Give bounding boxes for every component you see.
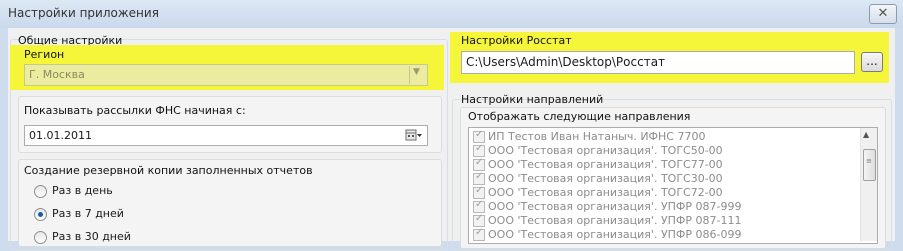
checkbox-checked-icon: ✓: [473, 143, 485, 157]
fns-label: Показывать рассылки ФНС начиная с:: [24, 104, 246, 117]
direction-label: ООО 'Тестовая организация'. УПФР 087-111: [488, 214, 742, 227]
dialog-client: Общие настройки Регион Г. Москва ▼ Показ…: [8, 28, 895, 251]
backup-option-label: Раз в 30 дней: [52, 230, 131, 243]
scroll-up-icon[interactable]: ▲: [863, 130, 869, 139]
checkbox-checked-icon: ✓: [473, 157, 485, 171]
chevron-down-icon: ▼: [413, 67, 420, 77]
directions-list[interactable]: ✓ ИП Тестов Иван Натаныч. ИФНС 7700 ✓ ОО…: [468, 127, 878, 244]
close-icon: ✕: [877, 6, 889, 21]
direction-label: ООО 'Тестовая организация'. ТОГС72-00: [488, 186, 723, 199]
region-value: Г. Москва: [29, 68, 85, 81]
checkbox-checked-icon: ✓: [473, 185, 485, 199]
rosstat-path-value: C:\Users\Admin\Desktop\Росстат: [466, 55, 666, 69]
direction-label: ООО 'Тестовая организация'. ТОГС50-00: [488, 144, 723, 157]
window-title: Настройки приложения: [8, 6, 159, 20]
direction-label: ООО 'Тестовая организация'. УПФР 086-099: [488, 228, 742, 241]
region-combobox[interactable]: Г. Москва ▼: [24, 64, 428, 86]
backup-option-label: Раз в 7 дней: [52, 207, 124, 220]
title-bar: Настройки приложения ✕: [0, 0, 903, 28]
region-label: Регион: [24, 48, 65, 61]
direction-label: ИП Тестов Иван Натаныч. ИФНС 7700: [488, 130, 706, 143]
direction-label: ООО 'Тестовая организация'. УПФР 087-999: [488, 200, 742, 213]
checkbox-checked-icon: ✓: [473, 227, 485, 241]
close-button[interactable]: ✕: [869, 4, 897, 24]
backup-option-label: Раз в день: [52, 184, 113, 197]
radio-button-icon: [34, 231, 47, 244]
fns-date-picker[interactable]: 01.01.2011: [24, 125, 428, 146]
directions-list-label: Отображать следующие направления: [468, 110, 691, 123]
checkbox-checked-icon: ✓: [473, 213, 485, 227]
checkbox-checked-icon: ✓: [473, 199, 485, 213]
checkbox-checked-icon: ✓: [473, 129, 485, 143]
region-dropdown-arrow[interactable]: ▼: [409, 66, 426, 84]
backup-label: Создание резервной копии заполненных отч…: [24, 164, 313, 177]
fns-date-value: 01.01.2011: [29, 129, 92, 142]
directions-title: Настройки направлений: [461, 93, 604, 106]
checkbox-checked-icon: ✓: [473, 171, 485, 185]
radio-button-icon: [34, 185, 47, 198]
direction-label: ООО 'Тестовая организация'. ТОГС77-00: [488, 158, 723, 171]
direction-label: ООО 'Тестовая организация'. ТОГС30-00: [488, 172, 723, 185]
browse-button[interactable]: ...: [861, 52, 883, 72]
calendar-icon[interactable]: [405, 128, 423, 142]
rosstat-label: Настройки Росстат: [461, 34, 572, 47]
radio-selected-icon: [34, 208, 47, 221]
rosstat-path-field[interactable]: C:\Users\Admin\Desktop\Росстат: [461, 51, 855, 74]
list-scrollbar[interactable]: ▲ ≡: [860, 128, 877, 241]
scroll-thumb[interactable]: ≡: [863, 149, 876, 181]
